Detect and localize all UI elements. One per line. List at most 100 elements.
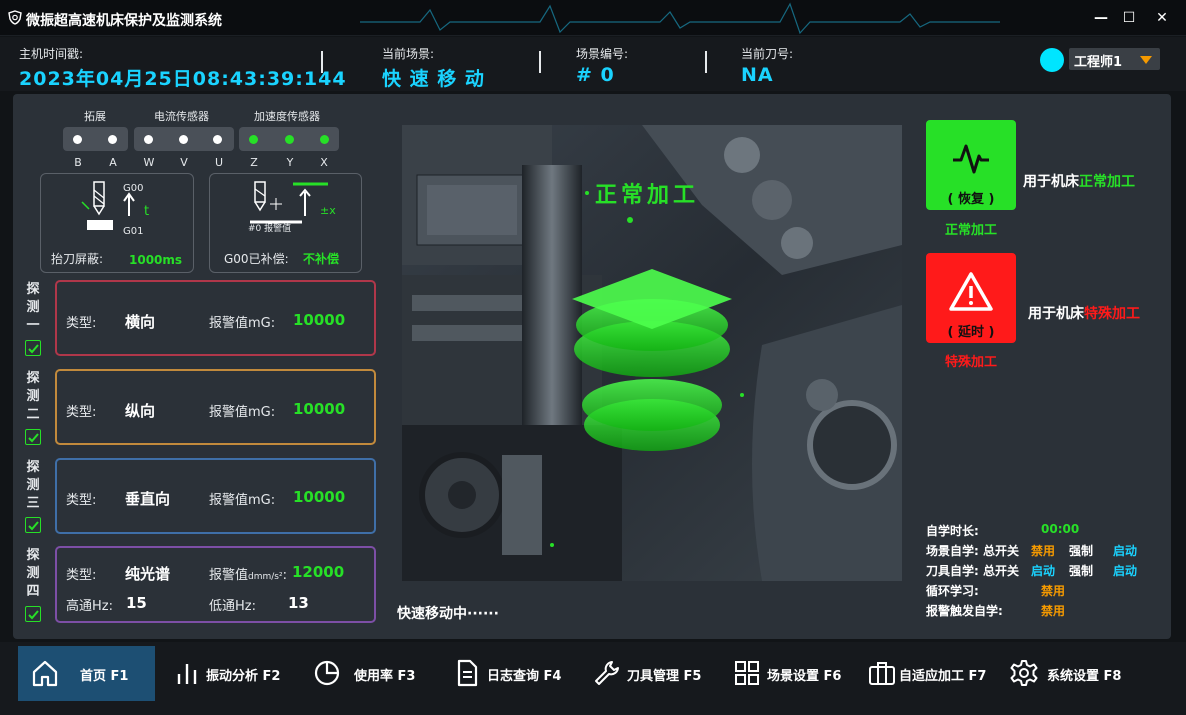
minimize-button[interactable]: —	[1091, 8, 1111, 28]
check-icon	[28, 521, 39, 531]
alarm-label: 报警值mG:	[209, 316, 276, 331]
normal-mode-button[interactable]: ( 恢复 )	[926, 120, 1016, 210]
divider	[539, 51, 541, 73]
scene-learn-state[interactable]: 启动	[1113, 542, 1137, 559]
maximize-button[interactable]: ☐	[1119, 8, 1139, 28]
side-char: 三	[26, 496, 40, 511]
scene-learn-label: 场景自学: 总开关	[926, 544, 1019, 558]
probe-4-panel[interactable]: 类型: 纯光谱 报警值dmm/s²: 12000 高通Hz: 15 低通Hz: …	[55, 546, 376, 623]
close-button[interactable]: ✕	[1152, 8, 1172, 28]
lowpass-value: 13	[288, 594, 309, 612]
g00-comp-value: 不补偿	[303, 252, 340, 266]
alarm-unit: dmm/s²	[248, 572, 283, 582]
side-char: 测	[26, 389, 40, 404]
lift-shield-box[interactable]: G00 G01 t 抬刀屏蔽: 1000ms	[40, 173, 194, 273]
special-mode-sub: ( 延时 )	[947, 325, 995, 340]
alarm-value: 12000	[292, 563, 345, 581]
axis-label: W	[143, 156, 155, 169]
scene-number-value: # 0	[576, 64, 615, 86]
chevron-down-icon	[1140, 56, 1152, 64]
type-value: 纵向	[125, 402, 156, 420]
sensor-dot	[213, 135, 222, 144]
sensor-dot	[285, 135, 294, 144]
g00-comp-label: G00已补偿:	[224, 252, 289, 266]
side-char: 四	[26, 584, 40, 599]
nav-vibration[interactable]: 振动分析 F2	[160, 646, 295, 701]
special-mode-caption: 特殊加工	[944, 355, 997, 370]
probe-2-panel[interactable]: 类型: 纵向 报警值mG: 10000	[55, 369, 376, 445]
sensor-bar-current	[134, 127, 234, 151]
type-label: 类型:	[66, 316, 97, 331]
alarm-value: 10000	[293, 400, 346, 418]
probe-3-side-label: 探 测 三	[22, 459, 44, 513]
loop-learn-label: 循环学习:	[926, 584, 979, 598]
alarm-value: 10000	[293, 488, 346, 506]
host-time-label: 主机时间戳:	[19, 47, 84, 61]
sensor-group-label: 加速度传感器	[254, 110, 320, 123]
axis-label: B	[74, 156, 82, 169]
nav-label: 系统设置 F8	[1047, 669, 1122, 684]
briefcase-icon	[869, 662, 895, 685]
probe-2-checkbox[interactable]	[25, 429, 41, 445]
type-value: 纯光谱	[125, 565, 171, 583]
sensor-dot	[108, 135, 117, 144]
side-char: 测	[26, 566, 40, 581]
tool-learn-state[interactable]: 启动	[1113, 562, 1137, 579]
type-label: 类型:	[66, 405, 97, 420]
highpass-label: 高通Hz:	[66, 599, 113, 614]
host-time-value: 2023年04月25日08:43:39:144	[19, 68, 347, 90]
sensor-dot	[73, 135, 82, 144]
axis-label: A	[109, 156, 117, 169]
scene-learn-switch[interactable]: 禁用	[1031, 542, 1055, 559]
probe-1-side-label: 探 测 一	[22, 281, 44, 335]
nav-usage[interactable]: 使用率 F3	[300, 646, 435, 701]
learn-duration-label: 自学时长:	[926, 524, 979, 538]
tool-learn-force[interactable]: 强制	[1069, 562, 1093, 579]
alarm-label-text: 报警值	[209, 568, 249, 583]
axis-label: Y	[286, 156, 294, 169]
learn-duration-value: 00:00	[1041, 522, 1080, 536]
nav-settings[interactable]: 系统设置 F8	[997, 646, 1132, 701]
gear-icon	[1010, 660, 1038, 686]
side-char: 测	[26, 300, 40, 315]
heartbeat-decoration	[360, 2, 1000, 35]
side-char: 探	[26, 371, 40, 386]
side-char: 探	[26, 548, 40, 563]
probe-4-checkbox[interactable]	[25, 606, 41, 622]
lift-shield-value: 1000ms	[129, 253, 183, 267]
warning-icon	[949, 272, 993, 311]
nav-adaptive[interactable]: 自适应加工 F7	[855, 646, 995, 701]
type-value: 垂直向	[125, 490, 171, 508]
host-time: 主机时间戳: 2023年04月25日08:43:39:144	[19, 45, 347, 91]
nav-tools[interactable]: 刀具管理 F5	[580, 646, 715, 701]
current-scene-label: 当前场景:	[382, 47, 435, 61]
highpass-value: 15	[126, 594, 147, 612]
divider	[705, 51, 707, 73]
scene-learn-force[interactable]: 强制	[1069, 542, 1093, 559]
app-title: 微振超高速机床保护及监测系统	[26, 13, 222, 29]
probe-1-checkbox[interactable]	[25, 340, 41, 356]
loop-learn-value[interactable]: 禁用	[1041, 582, 1065, 599]
alarm-learn-value[interactable]: 禁用	[1041, 602, 1065, 619]
probe-3-panel[interactable]: 类型: 垂直向 报警值mG: 10000	[55, 458, 376, 534]
nav-scene[interactable]: 场景设置 F6	[720, 646, 855, 701]
user-select[interactable]: 工程师1	[1069, 48, 1160, 70]
probe-1-panel[interactable]: 类型: 横向 报警值mG: 10000	[55, 280, 376, 356]
nav-label: 振动分析 F2	[206, 669, 281, 684]
tool-learn-switch[interactable]: 启动	[1031, 562, 1055, 579]
side-char: 二	[26, 407, 40, 422]
scene-number-label: 场景编号:	[576, 47, 629, 61]
home-icon	[32, 660, 58, 687]
sensor-bar-accel	[239, 127, 339, 151]
nav-logs[interactable]: 日志查询 F4	[440, 646, 575, 701]
probe-4-side-label: 探 测 四	[22, 547, 44, 601]
normal-mode-caption: 正常加工	[944, 223, 997, 238]
nav-home[interactable]: 首页 F1	[18, 646, 155, 701]
lift-shield-label: 抬刀屏蔽:	[51, 252, 104, 266]
check-icon	[28, 433, 39, 443]
probe-3-checkbox[interactable]	[25, 517, 41, 533]
type-label: 类型:	[66, 568, 97, 583]
special-mode-button[interactable]: ( 延时 )	[926, 253, 1016, 343]
side-char: 探	[26, 282, 40, 297]
g00-compensation-box[interactable]: ±x #0 报警值 G00已补偿: 不补偿	[209, 173, 362, 273]
